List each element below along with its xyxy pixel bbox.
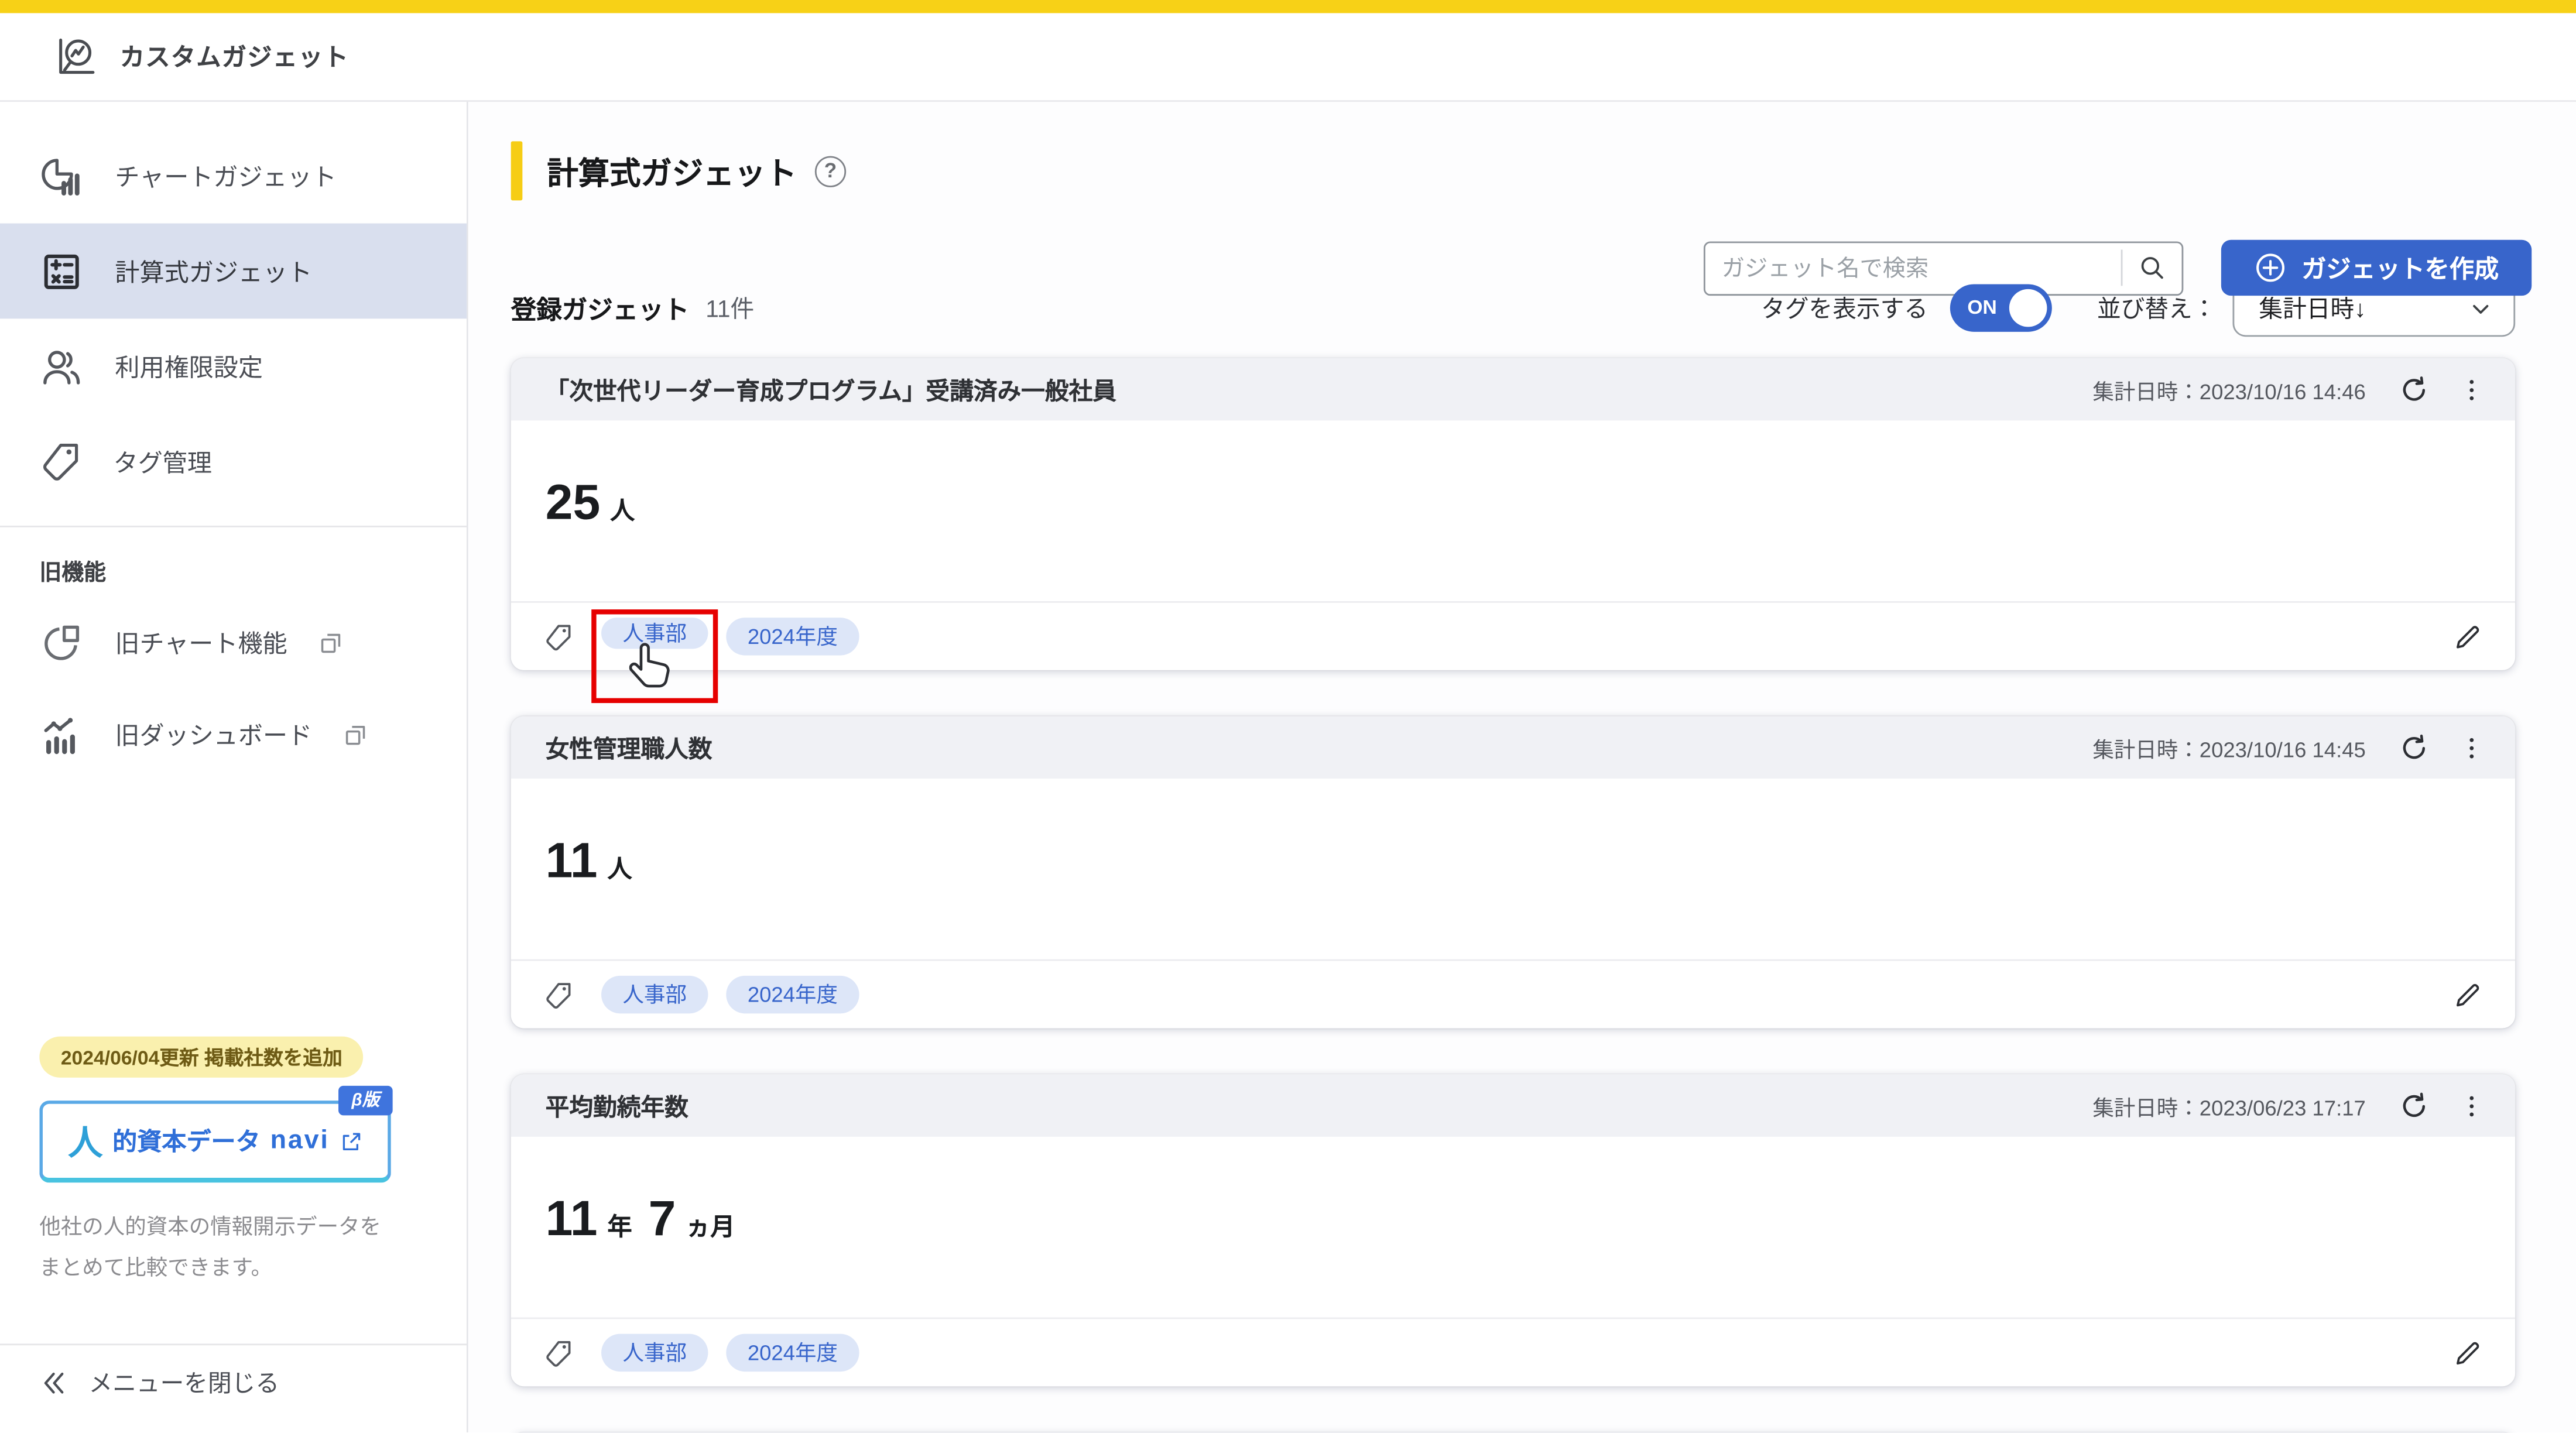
legacy-section-title: 旧機能 [39,560,106,585]
main-content: 計算式ガジェット ? ガジェット名で検索 ガジェットを作成 登録ガジェット 11… [468,101,2576,1433]
edit-pencil-icon[interactable] [2453,980,2483,1010]
edit-pencil-icon[interactable] [2453,1338,2483,1368]
tag-icon [544,622,574,652]
pie-chart-icon [39,620,84,664]
app-window: カスタムガジェット チャートガジェット 計算式ガジェット 利用権限設定 タグ管理… [0,0,2576,1433]
create-gadget-button[interactable]: ガジェットを作成 [2221,239,2532,296]
tag-icon [544,1338,574,1368]
card-title: 「次世代リーダー育成プログラム」受講済み一般社員 [545,378,1116,405]
double-chevron-left-icon [39,1367,69,1397]
search-input[interactable] [1705,254,2121,281]
card-footer: 人事部 2024年度 [511,1317,2516,1387]
sidebar-divider [0,525,467,527]
toggle-state-label: ON [1967,296,1997,319]
search-icon[interactable] [2122,242,2181,293]
navi-banner-link[interactable]: β版 人 的資本データ navi [39,1085,393,1183]
sidebar: チャートガジェット 計算式ガジェット 利用権限設定 タグ管理 旧機能 旧チャート… [0,101,468,1432]
kebab-menu-icon[interactable] [2458,375,2486,403]
tag-pill[interactable]: 人事部 [601,1333,708,1372]
sidebar-item-label: 利用権限設定 [115,354,263,382]
dashboard-chart-icon [39,712,84,756]
sidebar-item-label: チャートガジェット [115,163,337,191]
sidebar-item-legacy-chart[interactable]: 旧チャート機能 [0,596,467,688]
refresh-icon[interactable] [2399,1090,2430,1121]
card-timestamp: 集計日時：2023/10/16 14:45 [2092,736,2366,762]
help-icon[interactable]: ? [814,155,847,187]
gadget-card: 女性管理職人数 集計日時：2023/10/16 14:45 11 人 人事部 2… [511,716,2516,1029]
sidebar-item-legacy-dashboard[interactable]: 旧ダッシュボード [0,688,467,780]
registered-gadgets-count: 11件 [705,297,755,324]
navi-description: 他社の人的資本の情報開示データを まとめて比較できます。 [39,1213,382,1280]
close-menu-label: メニューを閉じる [88,1372,280,1398]
sidebar-item-formula-gadget[interactable]: 計算式ガジェット [0,223,467,319]
close-menu-button[interactable]: メニューを閉じる [39,1365,279,1400]
gadget-card-list: 「次世代リーダー育成プログラム」受講済み一般社員 集計日時：2023/10/16… [511,358,2516,1433]
card-header: 「次世代リーダー育成プログラム」受講済み一般社員 集計日時：2023/10/16… [511,358,2516,421]
page-title: 計算式ガジェット [547,156,797,191]
title-accent-bar [511,141,523,201]
edit-pencil-icon[interactable] [2453,622,2483,652]
sidebar-item-label: タグ管理 [113,449,213,478]
tag-pill[interactable]: 2024年度 [726,1333,859,1372]
gadget-card: 「次世代リーダー育成プログラム」受講済み一般社員 集計日時：2023/10/16… [511,358,2516,704]
tag-pill[interactable]: 2024年度 [726,618,859,656]
top-accent-bar [0,0,2576,13]
app-logo-chart-magnifier-icon [54,35,99,79]
toggle-knob [2008,289,2047,327]
beta-badge: β版 [338,1085,393,1116]
refresh-icon[interactable] [2399,732,2430,763]
card-header: 平均勤続年数 集計日時：2023/06/23 17:17 [511,1074,2516,1137]
card-footer: 人事部 2024年度 [511,601,2516,704]
card-timestamp: 集計日時：2023/06/23 17:17 [2092,1095,2366,1120]
tag-pill[interactable]: 2024年度 [726,975,859,1014]
external-link-icon [344,722,368,746]
sidebar-item-permissions[interactable]: 利用権限設定 [0,318,467,414]
calculator-icon [39,249,84,293]
sidebar-item-tag-management[interactable]: タグ管理 [0,414,467,509]
card-timestamp: 集計日時：2023/10/16 14:46 [2092,378,2366,403]
tag-toggle-label: タグを表示する [1761,297,1928,324]
kebab-menu-icon[interactable] [2458,733,2486,762]
sidebar-item-label: 計算式ガジェット [115,258,313,287]
sort-label: 並び替え： [2097,297,2217,324]
card-title: 女性管理職人数 [545,736,712,763]
card-footer: 人事部 2024年度 [511,959,2516,1029]
navi-logo: 人 [68,1124,103,1163]
card-title: 平均勤続年数 [545,1095,688,1122]
app-header: カスタムガジェット [0,13,2576,102]
tag-pill[interactable]: 人事部 [601,618,708,649]
refresh-icon[interactable] [2399,373,2430,404]
sidebar-item-label: 旧チャート機能 [115,630,287,658]
sort-value: 集計日時↓ [2259,297,2366,324]
card-value: 25 人 [545,476,635,531]
plus-circle-icon [2254,251,2287,284]
gadget-card: 平均勤続年数 集計日時：2023/06/23 17:17 11 年 7 ヵ月 人… [511,1074,2516,1387]
tag-display-toggle[interactable]: ON [1949,284,2051,332]
update-badge: 2024/06/04更新 掲載社数を追加 [39,1036,364,1078]
external-link-icon [318,630,343,654]
card-value: 11 年 7 ヵ月 [545,1192,735,1247]
kebab-menu-icon[interactable] [2458,1092,2486,1120]
external-link-icon [340,1129,362,1152]
chart-gadget-icon [39,153,84,198]
app-title: カスタムガジェット [119,44,350,73]
chevron-down-icon [2468,295,2494,321]
sidebar-item-label: 旧ダッシュボード [115,722,313,750]
tag-icon [39,440,82,483]
tag-icon [544,980,574,1010]
tag-pill[interactable]: 人事部 [601,975,708,1014]
gadget-search [1703,241,2184,295]
sidebar-bottom-divider [0,1343,467,1346]
registered-gadgets-label: 登録ガジェット [511,296,690,325]
card-header: 女性管理職人数 集計日時：2023/10/16 14:45 [511,716,2516,779]
card-value: 11 人 [545,834,632,889]
users-icon [39,344,84,389]
sidebar-item-chart-gadget[interactable]: チャートガジェット [0,128,467,224]
